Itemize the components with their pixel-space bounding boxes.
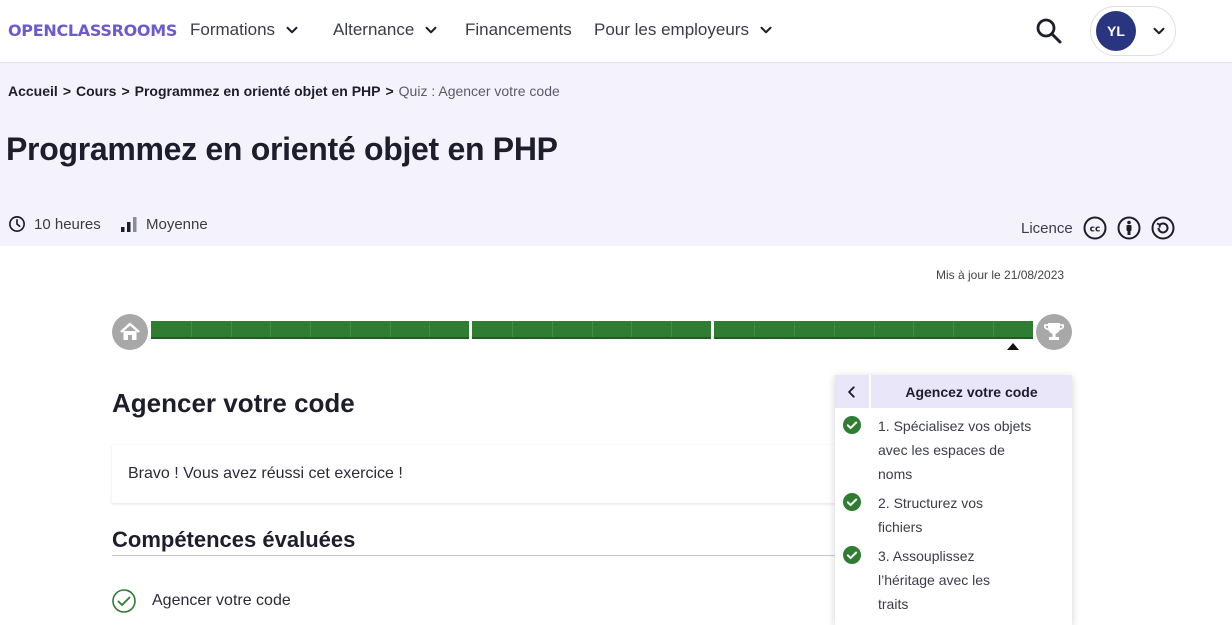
toc-title: Agencez votre code: [905, 383, 1038, 400]
avatar: YL: [1096, 11, 1136, 51]
chevron-left-icon: [848, 385, 855, 398]
home-icon: [120, 322, 140, 340]
current-position-marker: [1007, 343, 1019, 350]
toc-item-line: fichiers: [878, 519, 923, 535]
svg-text:cc: cc: [1089, 225, 1100, 235]
chapter-toc-panel: Agencez votre code 1. Spécialisez vos ob…: [835, 375, 1072, 625]
skill-label: Agencer votre code: [152, 592, 291, 609]
breadcrumb-separator: >: [62, 83, 71, 99]
course-level-text: Moyenne: [146, 215, 208, 233]
progress-step-divider: [551, 321, 553, 337]
progress-step-divider: [753, 321, 755, 337]
progress-step-divider: [230, 321, 232, 337]
progress-step-divider: [671, 321, 673, 337]
chevron-down-icon: [425, 26, 437, 34]
progress-step-divider: [429, 321, 431, 337]
user-menu-button[interactable]: YL: [1090, 6, 1176, 56]
breadcrumb-course[interactable]: Programmez en orienté objet en PHP: [135, 83, 381, 99]
progress-step-divider: [953, 321, 955, 337]
course-level: Moyenne: [120, 215, 208, 233]
search-icon[interactable]: [1034, 16, 1064, 46]
toc-item-line: noms: [878, 466, 913, 482]
progress-step-divider: [349, 321, 351, 337]
progress-step-divider: [511, 321, 513, 337]
success-message: Bravo ! Vous avez réussi cet exercice !: [128, 465, 403, 482]
nav-financements-label: Financements: [465, 20, 572, 39]
progress-step-divider: [310, 321, 311, 337]
breadcrumb-accueil[interactable]: Accueil: [8, 83, 58, 99]
nav-financements[interactable]: Financements: [465, 20, 572, 40]
toc-item-label: 3. Assouplissez l’héritage avec les trai…: [878, 544, 1038, 616]
nav-formations[interactable]: Formations: [190, 20, 301, 40]
toc-item-label: 1. Spécialisez vos objets avec les espac…: [878, 414, 1038, 486]
success-message-box: Bravo ! Vous avez réussi cet exercice !: [112, 445, 842, 503]
nav-employeurs-label: Pour les employeurs: [594, 20, 749, 39]
progress-step-divider: [793, 321, 795, 337]
breadcrumb-current: Quiz : Agencer votre code: [398, 83, 560, 99]
licence-label: Licence: [1021, 219, 1073, 237]
attribution-icon[interactable]: [1117, 216, 1141, 240]
progress-step-divider: [190, 321, 192, 337]
nav-alternance[interactable]: Alternance: [333, 20, 440, 40]
share-alike-icon[interactable]: [1151, 216, 1175, 240]
check-filled-icon: [843, 416, 861, 434]
nav-employeurs[interactable]: Pour les employeurs: [594, 20, 775, 40]
progress-step-divider: [389, 321, 391, 337]
trophy-icon: [1043, 323, 1065, 340]
progress-step-divider: [591, 321, 593, 337]
breadcrumb: Accueil > Cours > Programmez en orienté …: [8, 83, 560, 99]
skills-title: Compétences évaluées: [112, 527, 356, 552]
progress-step-divider: [873, 321, 875, 337]
progress-step-divider: [270, 321, 272, 337]
toc-item-line: 1. Spécialisez vos objets: [878, 418, 1032, 434]
check-filled-icon: [843, 493, 861, 511]
openclassrooms-logo[interactable]: OPENCLASSROOMS: [8, 21, 177, 40]
breadcrumb-separator: >: [121, 83, 130, 99]
nav-alternance-label: Alternance: [333, 20, 415, 39]
course-duration-text: 10 heures: [34, 215, 101, 233]
toc-item-line: 3. Assouplissez: [878, 548, 975, 564]
nav-formations-label: Formations: [190, 20, 276, 39]
toc-item-line: avec les espaces de: [878, 442, 1005, 458]
last-updated: Mis à jour le 21/08/2023: [936, 268, 1065, 282]
progress-step-divider: [833, 321, 835, 337]
difficulty-bars-icon: [121, 217, 137, 232]
licence-info: Licence cc: [1021, 216, 1175, 240]
progress-step-divider: [913, 321, 915, 337]
toc-item-line: traits: [878, 596, 909, 612]
course-duration: 10 heures: [8, 215, 101, 233]
progress-step-divider: [993, 321, 995, 337]
page-title: Programmez en orienté objet en PHP: [6, 131, 558, 167]
check-filled-icon: [843, 546, 861, 564]
toc-item-line: 2. Structurez vos: [878, 495, 984, 511]
top-navigation-bar: OPENCLASSROOMS Formations Alternance Fin…: [0, 0, 1232, 63]
toc-item-line: l’héritage avec les: [878, 572, 991, 588]
progress-start[interactable]: [112, 314, 148, 350]
course-progress-bar: [112, 314, 1072, 350]
check-circle-icon: [112, 589, 136, 613]
skill-item: Agencer votre code: [112, 589, 291, 613]
progress-end[interactable]: [1036, 314, 1072, 350]
chevron-down-icon: [1153, 27, 1165, 35]
course-hero: Accueil > Cours > Programmez en orienté …: [0, 63, 1232, 246]
quiz-title: Agencer votre code: [112, 388, 355, 418]
toc-item-label: 2. Structurez vos fichiers: [878, 491, 1038, 539]
chevron-down-icon: [760, 26, 772, 34]
toc-back-button[interactable]: [835, 375, 871, 408]
progress-step-divider: [631, 321, 633, 337]
chevron-down-icon: [286, 26, 298, 34]
toc-header: Agencez votre code: [835, 375, 1072, 408]
creative-commons-icon[interactable]: cc: [1083, 216, 1107, 240]
divider: [112, 555, 836, 556]
breadcrumb-cours[interactable]: Cours: [76, 83, 116, 99]
clock-icon: [9, 216, 25, 232]
breadcrumb-separator: >: [385, 83, 394, 99]
